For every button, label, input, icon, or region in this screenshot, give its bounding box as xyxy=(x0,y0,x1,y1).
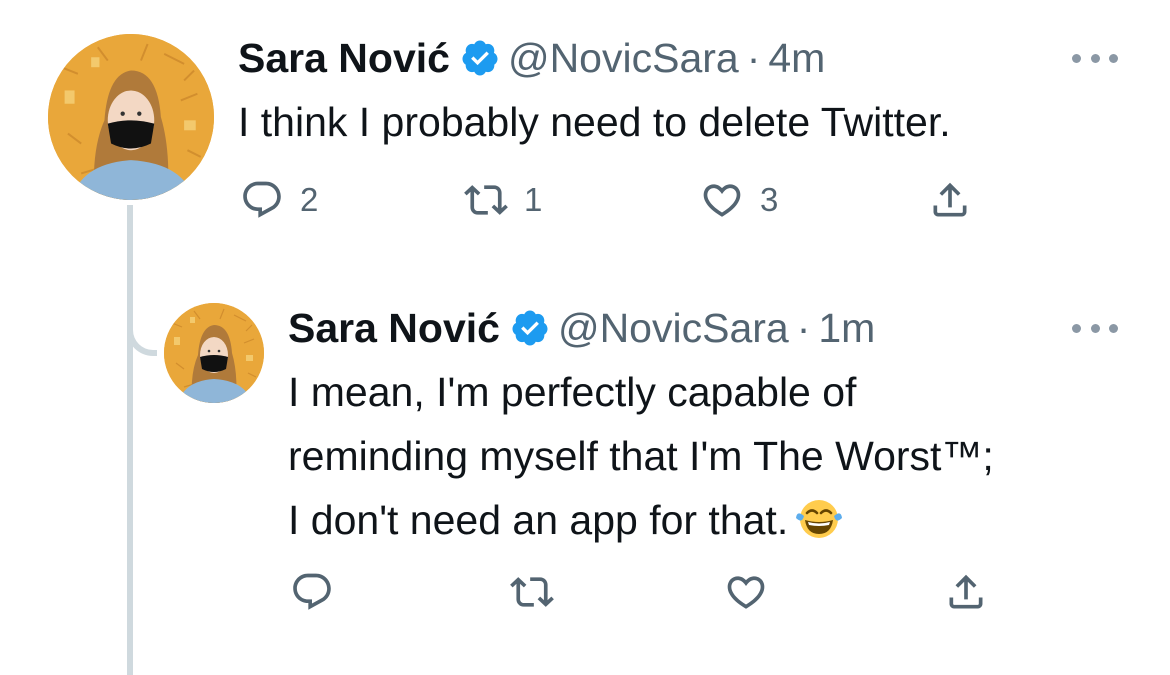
heart-icon xyxy=(727,576,765,609)
tweet[interactable]: Sara Nović @NovicSara · 4m I think I pro… xyxy=(238,28,1118,154)
tweet-text-content: I mean, I'm perfectly capable of remindi… xyxy=(288,369,994,543)
handle[interactable]: @NovicSara xyxy=(558,305,789,352)
separator-dot: · xyxy=(746,34,761,81)
avatar-image xyxy=(164,303,264,403)
retweet-button[interactable] xyxy=(510,570,554,614)
reply-icon xyxy=(243,181,281,218)
tweet-text: I think I probably need to delete Twitte… xyxy=(238,99,951,145)
avatar[interactable] xyxy=(164,303,264,403)
tweet[interactable]: Sara Nović @NovicSara · 1m I mean, I'm p… xyxy=(288,298,1118,552)
retweet-icon xyxy=(510,577,554,607)
display-name[interactable]: Sara Nović xyxy=(288,305,500,352)
tweet-text: I mean, I'm perfectly capable of remindi… xyxy=(288,360,1008,552)
tweet-thread: Sara Nović @NovicSara · 4m I think I pro… xyxy=(0,0,1170,675)
reply-button[interactable] xyxy=(290,570,334,614)
avatar[interactable] xyxy=(48,34,214,200)
verified-badge-icon xyxy=(512,310,548,346)
share-button[interactable] xyxy=(928,178,972,222)
tweet-header: Sara Nović @NovicSara · 4m xyxy=(238,28,1118,88)
heart-icon xyxy=(703,184,741,217)
more-options-icon[interactable] xyxy=(1072,48,1118,68)
more-options-icon[interactable] xyxy=(1072,318,1118,338)
face-with-tears-of-joy-icon xyxy=(796,500,843,538)
timestamp[interactable]: 4m xyxy=(768,35,825,82)
tweet-header: Sara Nović @NovicSara · 1m xyxy=(288,298,1118,358)
share-icon xyxy=(933,182,967,217)
like-count: 3 xyxy=(760,181,779,218)
verified-badge-icon xyxy=(462,40,498,76)
handle[interactable]: @NovicSara xyxy=(508,35,739,82)
separator-dot: · xyxy=(796,304,811,351)
share-button[interactable] xyxy=(944,570,988,614)
share-icon xyxy=(949,574,983,609)
display-name[interactable]: Sara Nović xyxy=(238,35,450,82)
like-button[interactable] xyxy=(724,570,768,614)
retweet-button[interactable]: 1 xyxy=(464,178,542,222)
reply-icon xyxy=(293,573,331,610)
like-button[interactable]: 3 xyxy=(700,178,778,222)
retweet-count: 1 xyxy=(524,181,543,218)
retweet-icon xyxy=(464,185,508,215)
reply-button[interactable]: 2 xyxy=(240,178,318,222)
avatar-image xyxy=(48,34,214,200)
thread-connector-line xyxy=(127,205,133,675)
timestamp[interactable]: 1m xyxy=(818,305,875,352)
reply-count: 2 xyxy=(300,181,319,218)
